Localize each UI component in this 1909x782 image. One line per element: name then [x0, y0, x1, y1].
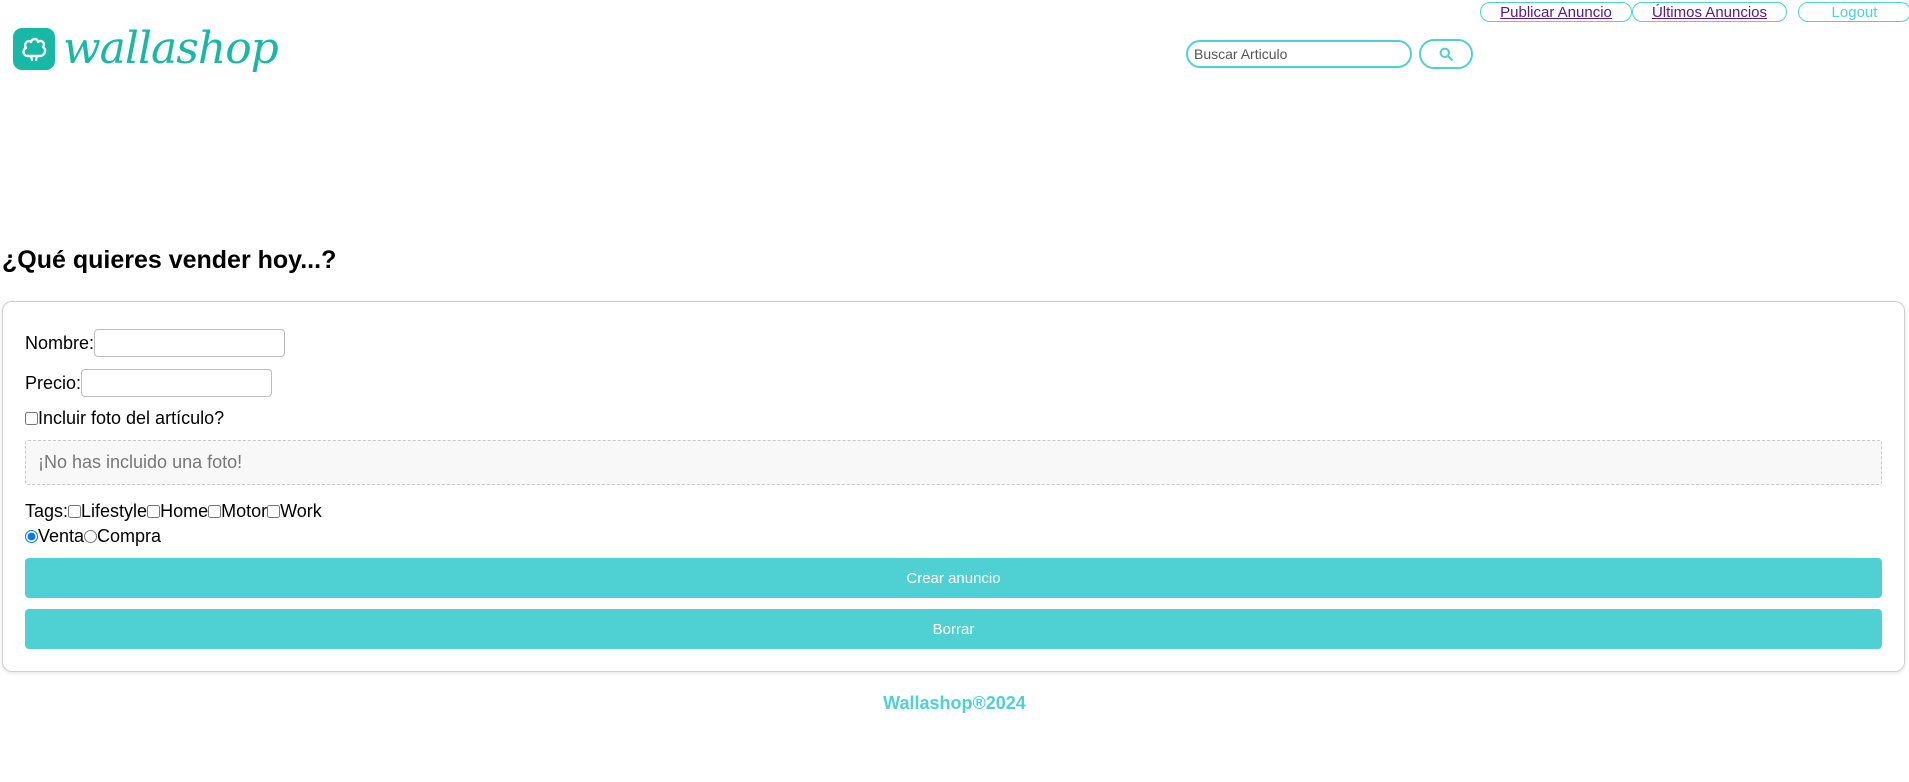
nombre-input[interactable]	[94, 329, 286, 357]
nombre-row: Nombre:	[25, 329, 286, 357]
precio-input[interactable]	[81, 369, 273, 397]
precio-label: Precio:	[25, 372, 82, 393]
search-icon	[1439, 47, 1453, 61]
tags-row: Tags: Lifestyle Home Motor Work	[25, 501, 322, 522]
brand-name: wallashop	[63, 23, 279, 74]
logout-label: Logout	[1831, 3, 1878, 21]
search-bar	[1186, 39, 1473, 69]
nav-ultimos-label: Últimos Anuncios	[1651, 3, 1768, 21]
nav-ultimos-anuncios[interactable]: Últimos Anuncios	[1632, 2, 1787, 22]
photo-placeholder: ¡No has incluido una foto!	[25, 440, 1882, 485]
tags-label: Tags:	[25, 501, 69, 521]
reset-button[interactable]: Borrar	[25, 609, 1882, 649]
top-nav: Publicar Anuncio Últimos Anuncios Logout	[1480, 2, 1909, 22]
search-button[interactable]	[1419, 39, 1473, 69]
create-ad-button[interactable]: Crear anuncio	[25, 558, 1882, 598]
site-header: wallashop Publicar Anuncio Últimos Anunc…	[0, 0, 1909, 200]
brand-logo[interactable]: wallashop	[13, 23, 279, 74]
tag-motor-label: Motor	[221, 501, 268, 521]
tag-work-checkbox[interactable]	[267, 505, 281, 518]
tag-lifestyle-checkbox[interactable]	[68, 505, 82, 518]
type-compra-radio[interactable]	[84, 530, 98, 543]
page-title: ¿Qué quieres vender hoy...?	[2, 246, 337, 274]
no-photo-text: ¡No has incluido una foto!	[38, 452, 243, 472]
popcorn-cloud-icon	[13, 28, 55, 70]
include-photo-checkbox[interactable]	[25, 412, 38, 425]
logout-button[interactable]: Logout	[1798, 2, 1909, 22]
tag-home-checkbox[interactable]	[147, 505, 161, 518]
include-photo-label: Incluir foto del artículo?	[38, 408, 225, 428]
type-compra-label: Compra	[97, 526, 162, 546]
create-ad-form: Nombre: Precio: Incluir foto del artícul…	[2, 301, 1905, 672]
nombre-label: Nombre:	[25, 332, 95, 353]
search-input[interactable]	[1186, 40, 1412, 68]
tag-lifestyle-label: Lifestyle	[81, 501, 148, 521]
tag-work-label: Work	[280, 501, 322, 521]
tag-motor-checkbox[interactable]	[208, 505, 222, 518]
type-venta-radio[interactable]	[25, 530, 38, 543]
nav-publicar-anuncio[interactable]: Publicar Anuncio	[1480, 2, 1632, 22]
type-row: Venta Compra	[25, 526, 161, 547]
precio-row: Precio:	[25, 369, 273, 397]
tag-home-label: Home	[160, 501, 209, 521]
footer-copyright: Wallashop®2024	[883, 693, 1026, 713]
photo-row: Incluir foto del artículo?	[25, 408, 224, 429]
type-venta-label: Venta	[38, 526, 85, 546]
nav-publicar-label: Publicar Anuncio	[1500, 3, 1612, 21]
